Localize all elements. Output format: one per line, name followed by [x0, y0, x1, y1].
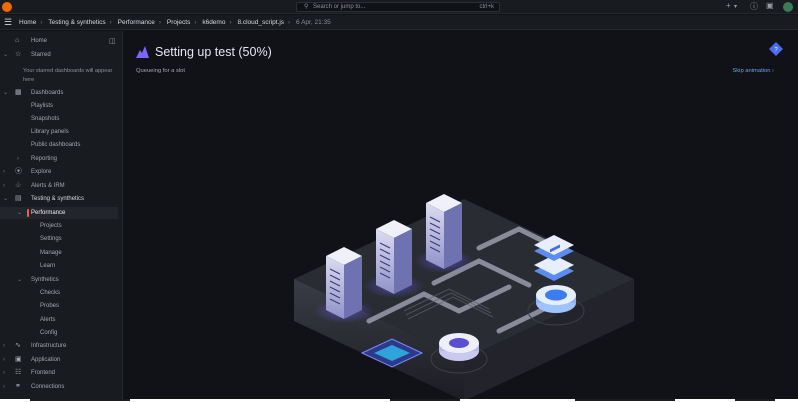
- compass-icon: ⦿: [15, 168, 22, 175]
- chevron-down-icon: ⌄: [3, 90, 9, 96]
- avatar[interactable]: [783, 2, 793, 12]
- breadcrumb-home[interactable]: Home: [19, 19, 36, 26]
- breadcrumb-performance[interactable]: Performance: [118, 19, 155, 26]
- dashboards-icon: ▦: [15, 89, 22, 96]
- sidebar-item-starred[interactable]: ⌄ ☆ Starred: [0, 49, 123, 61]
- chevron-down-icon: ⌄: [3, 196, 9, 202]
- sidebar-item-connections[interactable]: › ⚭ Connections: [0, 381, 123, 393]
- sidebar-item-dashboards[interactable]: ⌄ ▦ Dashboards: [0, 87, 123, 99]
- sidebar-item-learn[interactable]: Learn: [0, 260, 123, 272]
- skip-animation-link[interactable]: Skip animation ›: [732, 68, 774, 74]
- connections-icon: ⚭: [15, 383, 21, 390]
- breadcrumb: Home › Testing & synthetics › Performance ›…: [19, 19, 331, 26]
- k6-logo-icon: [136, 46, 149, 58]
- status-text: Queueing for a slot: [136, 68, 185, 74]
- sidebar-item-library-panels[interactable]: Library panels: [0, 126, 123, 138]
- bottom-segment: [735, 399, 775, 401]
- application-icon: ▣: [15, 356, 22, 363]
- sidebar-item-home[interactable]: ⌂ Home: [0, 35, 123, 47]
- sidebar-item-projects[interactable]: Projects: [0, 220, 123, 232]
- starred-empty-note: Your starred dashboards will appear here: [23, 68, 113, 83]
- grafana-logo-icon[interactable]: [2, 2, 12, 12]
- search-placeholder: Search or jump to...: [313, 4, 366, 10]
- chevron-right-icon: ›: [3, 343, 5, 349]
- chevron-down-icon: ⌄: [17, 277, 23, 283]
- chevron-right-icon: ›: [3, 357, 5, 363]
- menu-icon[interactable]: ☰: [4, 15, 12, 30]
- chevron-down-icon: ⌄: [17, 210, 23, 216]
- sidebar-item-synthetics[interactable]: ⌄ Synthetics: [0, 274, 123, 286]
- breadcrumb-date: 6 Apr, 21:35: [296, 19, 331, 26]
- breadcrumb-script[interactable]: 8.cloud_script.js: [237, 19, 284, 26]
- chevron-right-icon: ›: [3, 183, 5, 189]
- sidebar-item-snapshots[interactable]: Snapshots: [0, 113, 123, 125]
- bottom-segment: [390, 399, 460, 401]
- home-icon: ⌂: [15, 37, 20, 44]
- chevron-right-icon: ›: [3, 169, 5, 175]
- search-icon: ⚲: [304, 4, 309, 10]
- test-setup-illustration: [294, 194, 634, 399]
- chevron-right-icon: ›: [3, 370, 5, 376]
- breadcrumb-projects[interactable]: Projects: [167, 19, 190, 26]
- app-window: ⚲ Search or jump to... ctrl+k + ▾ ⓘ ▣ ☰ …: [0, 0, 798, 399]
- sidebar-item-public-dashboards[interactable]: Public dashboards: [0, 139, 123, 151]
- sidebar-item-alerts-irm[interactable]: › ♧ Alerts & IRM: [0, 180, 123, 192]
- breadcrumb-bar: ☰ Home › Testing & synthetics › Performanc…: [0, 15, 798, 30]
- sidebar-item-probes[interactable]: Probes: [0, 300, 123, 312]
- sidebar-item-manage[interactable]: Manage: [0, 247, 123, 259]
- sidebar-item-checks[interactable]: Checks: [0, 287, 123, 299]
- sidebar: ◫ ⌂ Home ⌄ ☆ Starred Your starred dashbo…: [0, 31, 123, 399]
- chart-icon: ▤: [15, 195, 22, 202]
- sidebar-item-reporting[interactable]: › Reporting: [0, 153, 123, 165]
- sidebar-item-infrastructure[interactable]: › ∿ Infrastructure: [0, 340, 123, 352]
- bell-icon: ♧: [15, 182, 22, 189]
- sidebar-item-config[interactable]: Config: [0, 327, 123, 339]
- star-icon: ☆: [15, 51, 22, 58]
- sidebar-item-application[interactable]: › ▣ Application: [0, 354, 123, 366]
- breadcrumb-testing[interactable]: Testing & synthetics: [48, 19, 105, 26]
- chevron-right-icon: ›: [3, 384, 5, 390]
- sidebar-item-performance[interactable]: ⌄ Performance: [0, 207, 118, 219]
- sidebar-item-playlists[interactable]: Playlists: [0, 100, 123, 112]
- main-content: Setting up test (50%) Queueing for a slo…: [124, 31, 798, 399]
- sidebar-item-explore[interactable]: › ⦿ Explore: [0, 166, 123, 178]
- page-title: Setting up test (50%): [155, 45, 272, 59]
- bottom-segment: [30, 399, 130, 401]
- chevron-down-icon: ⌄: [3, 52, 9, 58]
- help-icon[interactable]: ⓘ: [750, 1, 758, 12]
- sidebar-item-frontend[interactable]: › ☷ Frontend: [0, 367, 123, 379]
- active-indicator: [27, 209, 29, 217]
- infrastructure-icon: ∿: [15, 342, 21, 349]
- frontend-icon: ☷: [15, 369, 22, 376]
- chevron-down-icon[interactable]: ▾: [734, 3, 737, 10]
- top-bar: ⚲ Search or jump to... ctrl+k + ▾ ⓘ ▣: [0, 0, 798, 14]
- chevron-right-icon: ›: [17, 156, 19, 162]
- search-shortcut: ctrl+k: [479, 4, 494, 10]
- sidebar-item-alerts[interactable]: Alerts: [0, 314, 123, 326]
- search-input[interactable]: ⚲ Search or jump to... ctrl+k: [296, 2, 500, 12]
- bottom-segment: [575, 399, 675, 401]
- help-badge-icon[interactable]: ?: [769, 42, 783, 56]
- news-icon[interactable]: ▣: [766, 1, 774, 10]
- sidebar-item-testing-synthetics[interactable]: ⌄ ▤ Testing & synthetics: [0, 193, 123, 205]
- breadcrumb-project[interactable]: k6demo: [202, 19, 225, 26]
- plus-icon[interactable]: +: [726, 1, 731, 10]
- sidebar-item-settings[interactable]: Settings: [0, 233, 123, 245]
